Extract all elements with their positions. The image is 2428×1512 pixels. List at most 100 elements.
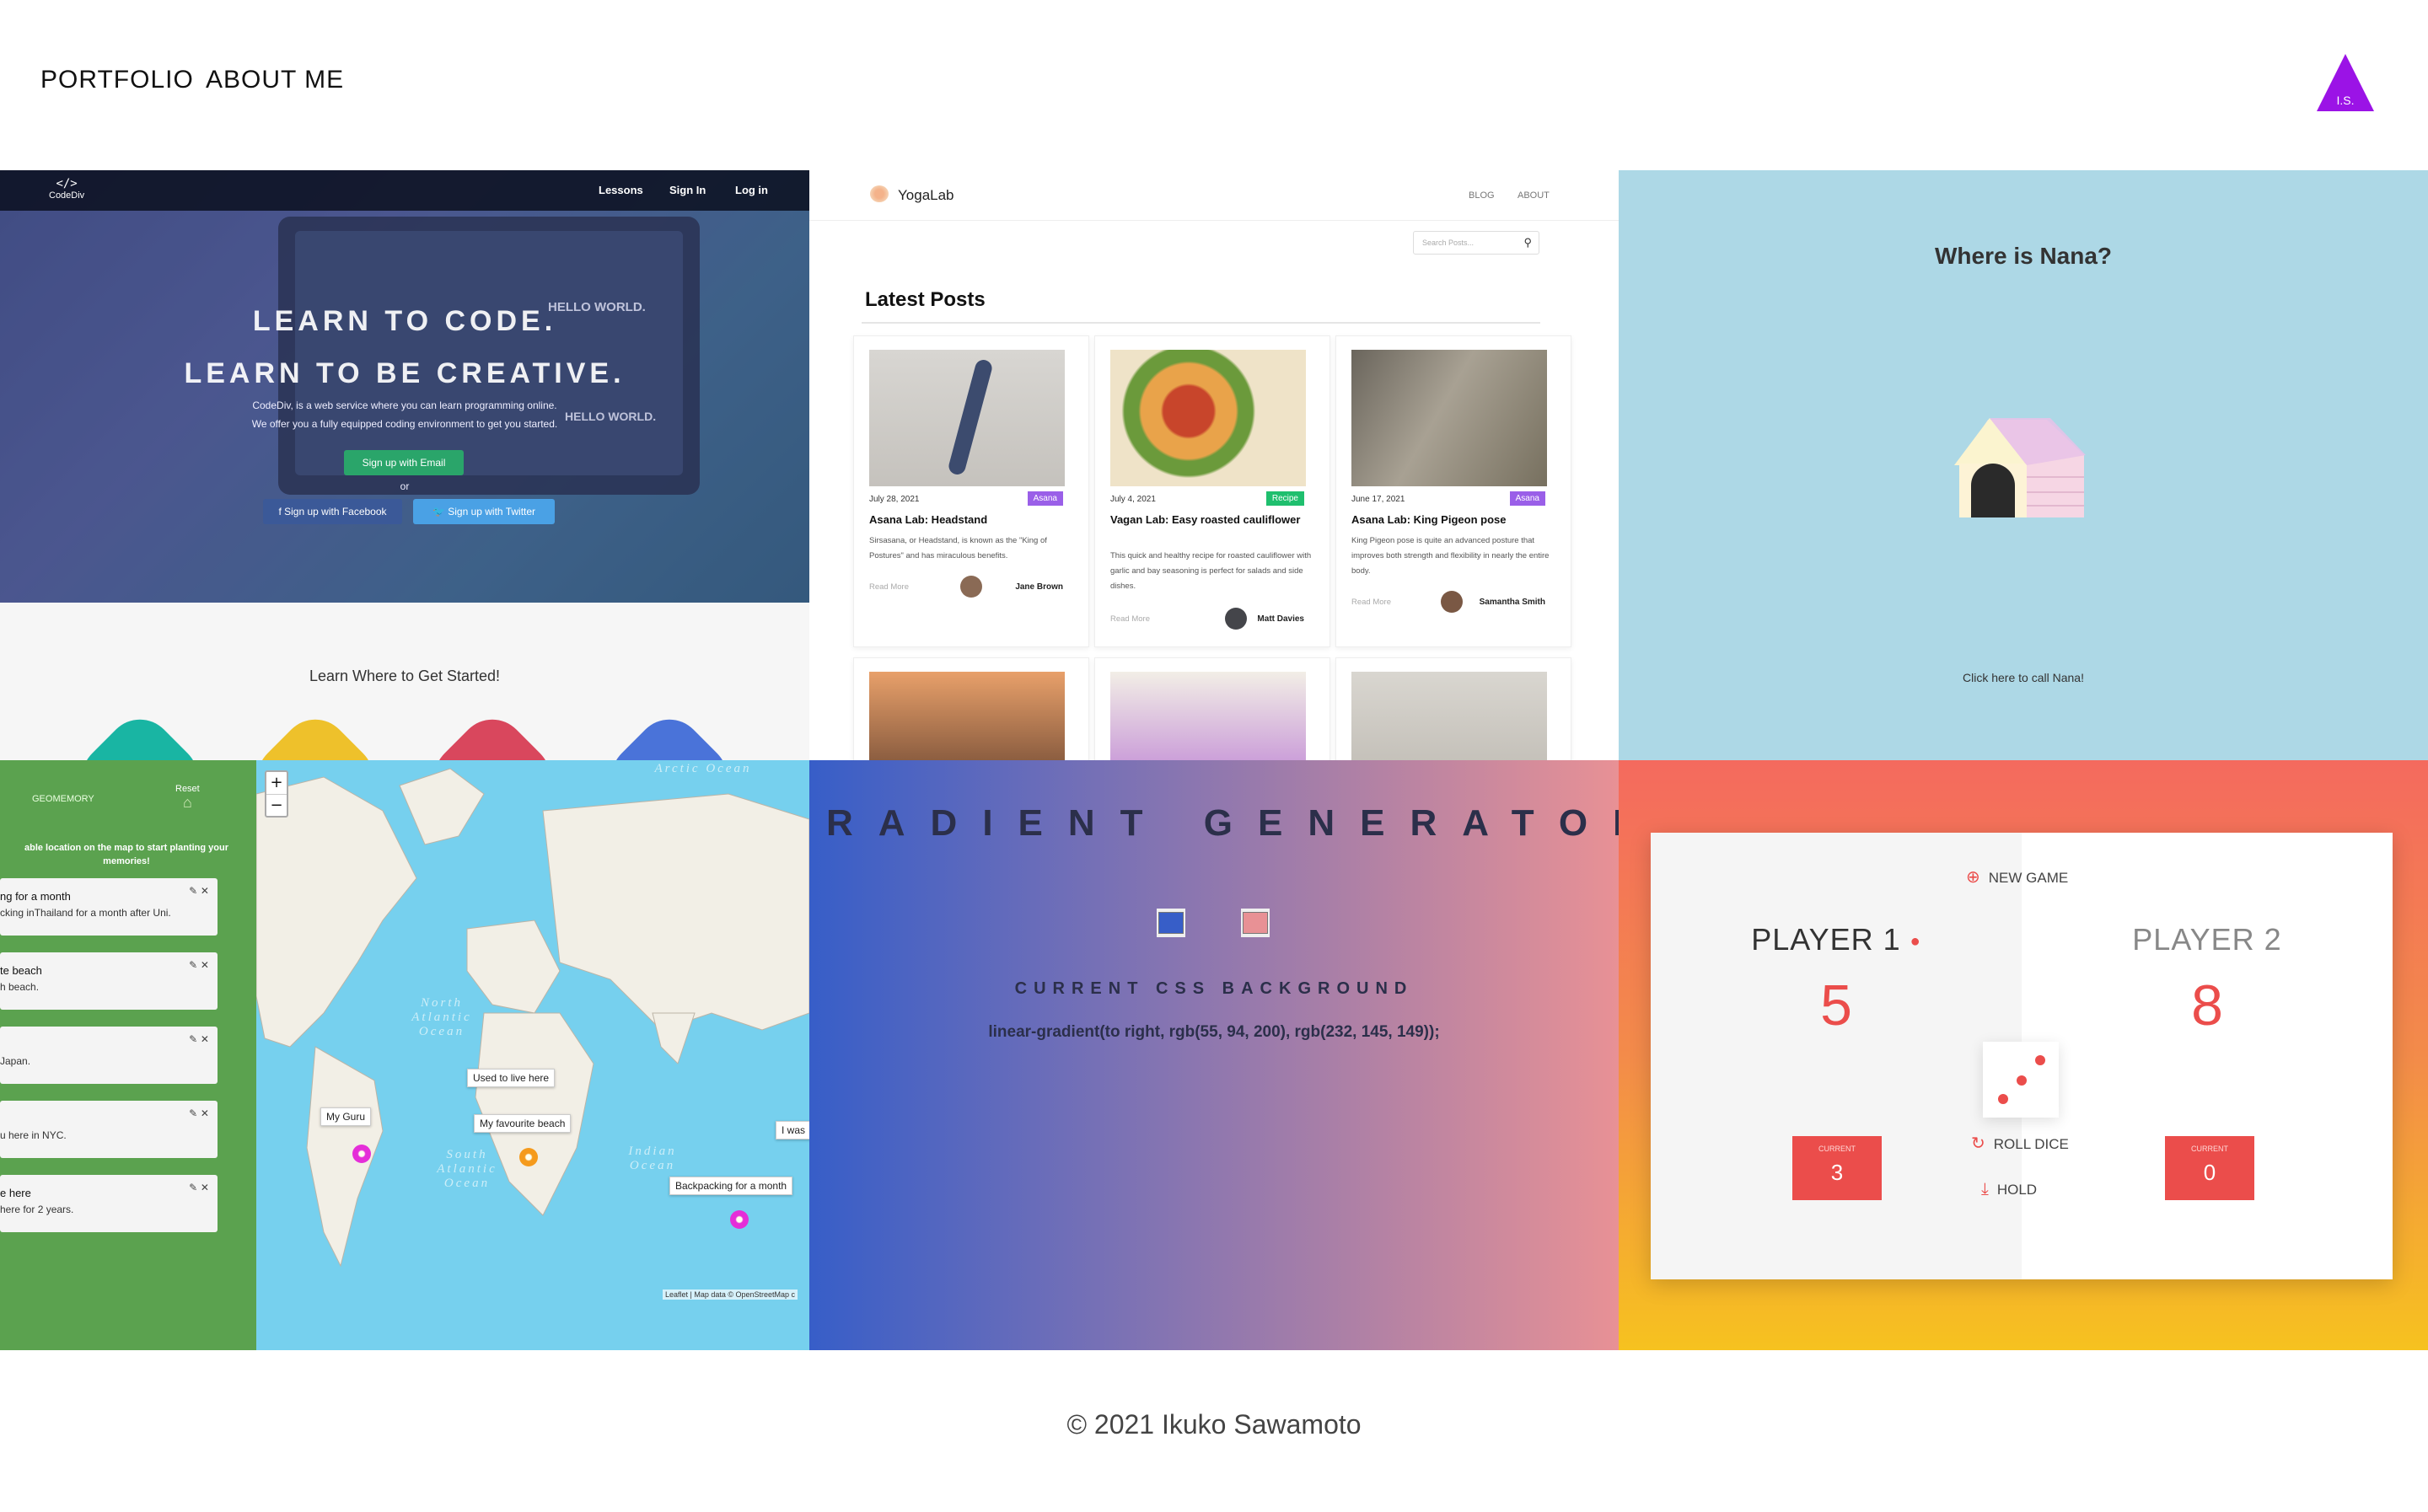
post-author: Jane Brown (1015, 582, 1063, 592)
codediv-link-login[interactable]: Log in (735, 184, 768, 196)
map-attribution[interactable]: Leaflet | Map data © OpenStreetMap c (663, 1289, 798, 1300)
memory-card[interactable]: e here here for 2 years. ✎ ✕ (0, 1175, 218, 1232)
lesson-shape-teal[interactable] (68, 705, 212, 760)
signup-facebook-button[interactable]: f Sign up with Facebook (263, 499, 402, 524)
codediv-logo[interactable]: </> CodeDiv (49, 177, 84, 201)
post-card[interactable] (1335, 657, 1571, 760)
avatar (960, 576, 982, 598)
player-2-current-box: CURRENT 0 (2165, 1136, 2254, 1200)
portfolio-grid: HELLO WORLD. HELLO WORLD. </> CodeDiv Le… (0, 170, 2428, 1350)
download-icon: ⤓ (1981, 1180, 1989, 1198)
yogalab-navbar: YogaLab BLOG ABOUT (809, 170, 1619, 221)
current-label: CURRENT (2191, 1145, 2228, 1153)
memory-popup[interactable]: My Guru (320, 1107, 372, 1126)
zoom-in-button[interactable]: + (266, 772, 287, 794)
lesson-shape-blue[interactable] (598, 705, 741, 760)
codediv-link-lessons[interactable]: Lessons (599, 184, 643, 196)
post-title[interactable]: Asana Lab: Headstand (869, 513, 1072, 526)
codediv-headline-1: LEARN TO CODE. (252, 305, 557, 337)
project-codediv[interactable]: HELLO WORLD. HELLO WORLD. </> CodeDiv Le… (0, 170, 809, 760)
flower-marker-icon[interactable] (352, 1145, 371, 1163)
site-logo[interactable]: I.S. (2315, 52, 2376, 113)
codediv-headline-2: LEARN TO BE CREATIVE. (184, 357, 626, 389)
code-icon: </> (56, 177, 78, 190)
post-image-headstand (869, 350, 1065, 486)
signup-twitter-button[interactable]: 🐦 Sign up with Twitter (413, 499, 555, 524)
yogalab-nav-about[interactable]: ABOUT (1518, 190, 1550, 201)
search-placeholder: Search Posts... (1422, 239, 1475, 247)
new-game-button[interactable]: ⊕ NEW GAME (1966, 866, 2068, 887)
color-picker-1[interactable] (1157, 909, 1185, 937)
reset-button[interactable]: Reset ⌂ (175, 784, 200, 812)
call-nana-link[interactable]: Click here to call Nana! (1619, 671, 2428, 684)
memory-text: cking inThailand for a month after Uni. (0, 907, 171, 919)
roll-dice-button[interactable]: ↻ ROLL DICE (1971, 1133, 2069, 1154)
ocean-label-south-atlantic: South Atlantic Ocean (437, 1148, 497, 1190)
avatar (1441, 591, 1463, 613)
color-picker-2[interactable] (1241, 909, 1270, 937)
memory-title: e here (0, 1187, 31, 1199)
map-zoom-control[interactable]: + − (265, 770, 288, 818)
project-where-is-nana[interactable]: Where is Nana? Click here to call Nana! (1619, 170, 2428, 760)
edit-delete-icons[interactable]: ✎ ✕ (189, 959, 209, 971)
post-card[interactable]: July 28, 2021 Asana Asana Lab: Headstand… (853, 335, 1089, 647)
codediv-link-signin[interactable]: Sign In (669, 184, 706, 196)
post-card[interactable]: June 17, 2021 Asana Asana Lab: King Pige… (1335, 335, 1571, 647)
post-card[interactable] (853, 657, 1089, 760)
footer-copyright: © 2021 Ikuko Sawamoto (1066, 1409, 1362, 1440)
post-tag[interactable]: Asana (1027, 491, 1063, 506)
memory-card[interactable]: ng for a month cking inThailand for a mo… (0, 878, 218, 936)
lesson-shape-yellow[interactable] (244, 705, 387, 760)
memory-popup[interactable]: My favourite beach (474, 1114, 572, 1133)
current-label: CURRENT (1818, 1145, 1856, 1153)
project-geomemory[interactable]: GEOMEMORY Reset ⌂ able location on the m… (0, 760, 809, 1350)
post-card[interactable]: July 4, 2021 Recipe Vagan Lab: Easy roas… (1094, 335, 1330, 647)
plant-icon: ⌂ (182, 794, 192, 811)
nana-question: Where is Nana? (1934, 243, 2113, 269)
codediv-sub-1: CodeDiv, is a web service where you can … (252, 399, 557, 411)
dice-dot (1998, 1094, 2008, 1104)
geomemory-sidebar: GEOMEMORY Reset ⌂ able location on the m… (0, 760, 256, 1350)
memory-card[interactable]: u here in NYC. ✎ ✕ (0, 1101, 218, 1158)
hold-button[interactable]: ⤓ HOLD (1981, 1180, 2037, 1199)
yogalab-brand[interactable]: YogaLab (898, 187, 954, 204)
doghouse-icon[interactable] (1946, 415, 2098, 524)
post-excerpt: This quick and healthy recipe for roaste… (1110, 551, 1312, 591)
memory-popup[interactable]: Backpacking for a month (669, 1177, 793, 1195)
memory-popup[interactable]: Used to live here (467, 1069, 556, 1087)
post-tag[interactable]: Asana (1509, 491, 1545, 506)
nav-portfolio[interactable]: PORTFOLIO (40, 66, 194, 94)
read-more-link[interactable]: Read More (869, 582, 909, 592)
twitter-icon: 🐦 (432, 506, 449, 517)
nav-about-me[interactable]: ABOUT ME (206, 66, 344, 94)
edit-delete-icons[interactable]: ✎ ✕ (189, 1033, 209, 1045)
edit-delete-icons[interactable]: ✎ ✕ (189, 1107, 209, 1119)
yogalab-nav-blog[interactable]: BLOG (1469, 190, 1495, 201)
memory-card[interactable]: te beach h beach. ✎ ✕ (0, 952, 218, 1010)
world-map[interactable]: North Atlantic Ocean South Atlantic Ocea… (255, 760, 809, 1350)
signup-email-button[interactable]: Sign up with Email (344, 450, 464, 475)
read-more-link[interactable]: Read More (1351, 598, 1391, 607)
read-more-link[interactable]: Read More (1110, 614, 1150, 624)
memory-popup[interactable]: I was (776, 1121, 809, 1139)
project-gradient-generator[interactable]: RADIENT GENERATOR CURRENT CSS BACKGROUND… (809, 760, 1619, 1350)
post-title[interactable]: Asana Lab: King Pigeon pose (1351, 513, 1554, 526)
flower-marker-icon[interactable] (730, 1210, 749, 1229)
zoom-out-button[interactable]: − (266, 794, 287, 817)
lesson-shape-red[interactable] (421, 705, 564, 760)
geomemory-logo[interactable]: GEOMEMORY (32, 794, 94, 804)
edit-delete-icons[interactable]: ✎ ✕ (189, 1182, 209, 1193)
plus-circle-icon: ⊕ (1966, 868, 1980, 887)
flower-marker-icon[interactable] (519, 1148, 538, 1166)
post-card[interactable] (1094, 657, 1330, 760)
memory-card[interactable]: Japan. ✎ ✕ (0, 1027, 218, 1084)
post-title[interactable]: Vagan Lab: Easy roasted cauliflower (1110, 513, 1313, 526)
edit-delete-icons[interactable]: ✎ ✕ (189, 885, 209, 897)
hold-label: HOLD (1996, 1182, 2038, 1198)
player-1-current-score: 3 (1830, 1160, 1844, 1185)
project-pig-game[interactable]: ⊕ NEW GAME PLAYER 1 ● PLAYER 2 5 8 CURREN… (1619, 760, 2428, 1350)
yogalab-search-input[interactable]: Search Posts... ⚲ (1413, 231, 1539, 255)
post-tag[interactable]: Recipe (1265, 491, 1304, 506)
search-icon[interactable]: ⚲ (1523, 236, 1532, 249)
project-yogalab[interactable]: YogaLab BLOG ABOUT Search Posts... ⚲ Lat… (809, 170, 1619, 760)
